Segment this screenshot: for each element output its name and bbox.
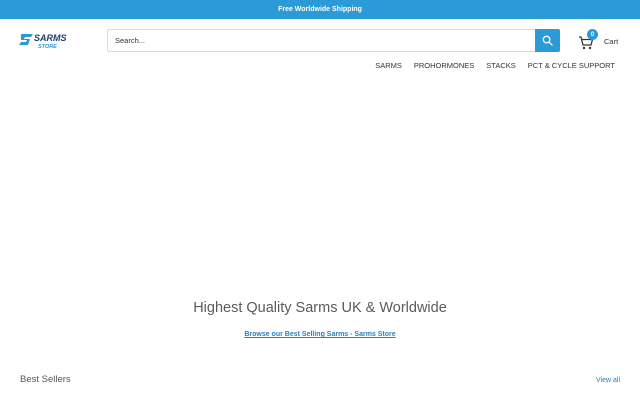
- nav-item-sarms[interactable]: SARMS: [375, 61, 402, 70]
- search-button[interactable]: [535, 29, 560, 52]
- nav-item-stacks[interactable]: STACKS: [486, 61, 515, 70]
- cart-count-badge: 0: [587, 29, 598, 40]
- hero-browse-link[interactable]: Browse our Best Selling Sarms - Sarms St…: [0, 331, 640, 338]
- nav-item-pct-cycle-support[interactable]: PCT & CYCLE SUPPORT: [528, 61, 615, 70]
- view-all-link[interactable]: View all: [596, 377, 620, 384]
- search-icon: [542, 35, 553, 46]
- search-input[interactable]: [108, 30, 535, 51]
- cart-link[interactable]: 0 Cart: [578, 29, 619, 51]
- announcement-text: Free Worldwide Shipping: [278, 6, 362, 13]
- search-form: [107, 29, 560, 52]
- main-navigation: SARMS PROHORMONES STACKS PCT & CYCLE SUP…: [375, 61, 615, 70]
- logo-main-text: SARMS: [34, 33, 67, 43]
- sarms-store-logo[interactable]: SARMS STORE: [19, 31, 89, 51]
- nav-item-prohormones[interactable]: PROHORMONES: [414, 61, 474, 70]
- cart-icon-wrap: 0: [578, 29, 598, 50]
- announcement-bar: Free Worldwide Shipping: [0, 0, 640, 19]
- hero-title: Highest Quality Sarms UK & Worldwide: [193, 300, 447, 316]
- best-sellers-heading: Best Sellers: [20, 374, 71, 385]
- cart-label: Cart: [604, 36, 619, 46]
- site-header: SARMS STORE 0 Cart SARMS PROHORMONES STA…: [0, 19, 640, 79]
- logo-sub-text: STORE: [38, 44, 57, 50]
